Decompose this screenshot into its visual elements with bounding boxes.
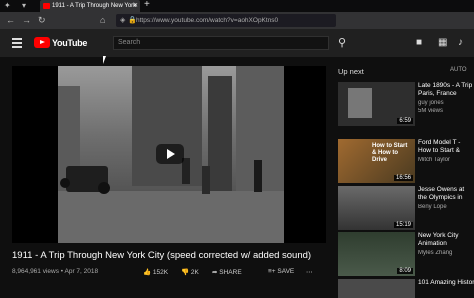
channel-name[interactable]: guy jones (418, 100, 474, 106)
home-icon[interactable]: ⌂ (100, 14, 105, 27)
youtube-favicon-icon (43, 3, 50, 9)
recommended-title[interactable]: Late 1890s - A Trip Paris, France (speed (418, 82, 474, 98)
video-thumbnail[interactable]: 15:19 (338, 186, 415, 230)
share-button[interactable]: ➦ SHARE (212, 268, 242, 276)
dislike-count: 2K (190, 269, 199, 276)
channel-name[interactable]: Beny Lope (418, 204, 474, 210)
browser-tab-strip: ✦ ▾ 1911 - A Trip Through New York ✕ + (0, 0, 474, 12)
pedestrian (254, 160, 262, 192)
recommended-title[interactable]: New York City Animation (418, 232, 474, 248)
recommended-video-3[interactable]: 15:19 Jesse Owens at the Olympics in 193… (338, 186, 474, 232)
duration-badge: 15:19 (393, 222, 413, 228)
hamburger-menu-icon[interactable] (12, 38, 22, 48)
share-icon: ➦ (212, 269, 218, 276)
video-frame (58, 66, 284, 243)
new-tab-icon[interactable]: + (144, 0, 150, 11)
duration-badge: 8:09 (397, 268, 413, 274)
firefox-menu-icon[interactable]: ✦ (4, 0, 11, 12)
video-player[interactable] (12, 66, 326, 243)
browser-tab[interactable]: 1911 - A Trip Through New York ✕ (40, 0, 140, 12)
recommended-title[interactable]: Ford Model T - How to Start & How to Dri… (418, 139, 474, 155)
dislike-button[interactable]: 👎 2K (181, 268, 199, 276)
thumbs-down-icon: 👎 (181, 269, 190, 276)
video-thumbnail[interactable]: 8:09 (338, 232, 415, 276)
recommended-video-2[interactable]: How to Start & How to Drive 16:56 Ford M… (338, 139, 474, 185)
recommended-video-5[interactable]: 101 Amazing Historic (338, 279, 474, 298)
close-tab-icon[interactable]: ✕ (133, 0, 138, 12)
search-input[interactable]: Search (113, 36, 329, 50)
url-text: https://www.youtube.com/watch?v=aohXOpKt… (136, 17, 279, 24)
up-next-heading: Up next (338, 67, 364, 76)
street (58, 191, 284, 243)
duration-badge: 6:59 (397, 118, 413, 124)
car-wheel (98, 182, 110, 194)
recommended-title[interactable]: 101 Amazing Historic (418, 279, 474, 287)
thumbs-up-icon: 👍 (143, 269, 152, 276)
back-icon[interactable]: ← (6, 14, 15, 27)
like-button[interactable]: 👍 152K (143, 268, 168, 276)
search-icon[interactable]: ⚲ (338, 36, 346, 49)
video-thumbnail[interactable]: How to Start & How to Drive 16:56 (338, 139, 415, 183)
like-count: 152K (152, 269, 169, 276)
channel-name[interactable]: Myles Zhang (418, 250, 474, 256)
save-label: SAVE (277, 268, 295, 275)
right-building (208, 76, 232, 196)
view-count-date: 8,964,961 views • Apr 7, 2018 (12, 268, 99, 275)
youtube-logo-icon[interactable] (34, 37, 50, 48)
tab-title: 1911 - A Trip Through New York (52, 3, 137, 9)
shield-icon[interactable]: ◈ (120, 14, 125, 27)
youtube-header: YouTube Search ⚲ ■ ▦ ♪ (0, 29, 474, 57)
recommended-title[interactable]: Jesse Owens at the Olympics in 1936 (418, 186, 474, 202)
video-thumbnail[interactable] (338, 279, 415, 298)
url-bar[interactable]: ◈ 🔒 https://www.youtube.com/watch?v=aohX… (116, 14, 336, 27)
mouse-cursor-icon (103, 56, 109, 64)
more-actions-icon[interactable]: ⋯ (306, 268, 313, 276)
browser-nav-bar: ← → ↻ ⌂ ◈ 🔒 https://www.youtube.com/watc… (0, 12, 474, 29)
tab-overview-icon[interactable]: ▾ (22, 0, 26, 12)
flatiron-building (132, 66, 202, 186)
recommended-video-1[interactable]: 6:59 Late 1890s - A Trip Paris, France (… (338, 82, 474, 128)
thumbnail-scene (348, 88, 372, 118)
save-button[interactable]: ≡+ SAVE (268, 268, 294, 275)
forward-icon[interactable]: → (22, 14, 31, 27)
play-button[interactable] (156, 144, 184, 164)
pedestrian (182, 158, 190, 184)
notifications-icon[interactable]: ♪ (458, 37, 463, 48)
youtube-logo-text[interactable]: YouTube (52, 38, 87, 48)
save-playlist-icon: ≡+ (268, 268, 276, 275)
recommended-video-4[interactable]: 8:09 New York City Animation Myles Zhang (338, 232, 474, 278)
car-wheel (60, 178, 70, 188)
video-thumbnail[interactable]: 6:59 (338, 82, 415, 126)
channel-name[interactable]: Mitch Taylor (418, 157, 474, 163)
reload-icon[interactable]: ↻ (38, 14, 46, 27)
autoplay-label[interactable]: AUTO (450, 67, 467, 73)
lock-icon[interactable]: 🔒 (128, 14, 137, 27)
apps-grid-icon[interactable]: ▦ (438, 37, 447, 48)
view-count: 5M views (418, 108, 444, 114)
thumbnail-caption: How to Start & How to Drive (372, 143, 408, 163)
video-title: 1911 - A Trip Through New York City (spe… (12, 250, 312, 261)
duration-badge: 16:56 (393, 175, 413, 181)
pedestrian (202, 166, 210, 194)
share-label: SHARE (219, 269, 242, 276)
create-video-icon[interactable]: ■ (416, 37, 422, 48)
